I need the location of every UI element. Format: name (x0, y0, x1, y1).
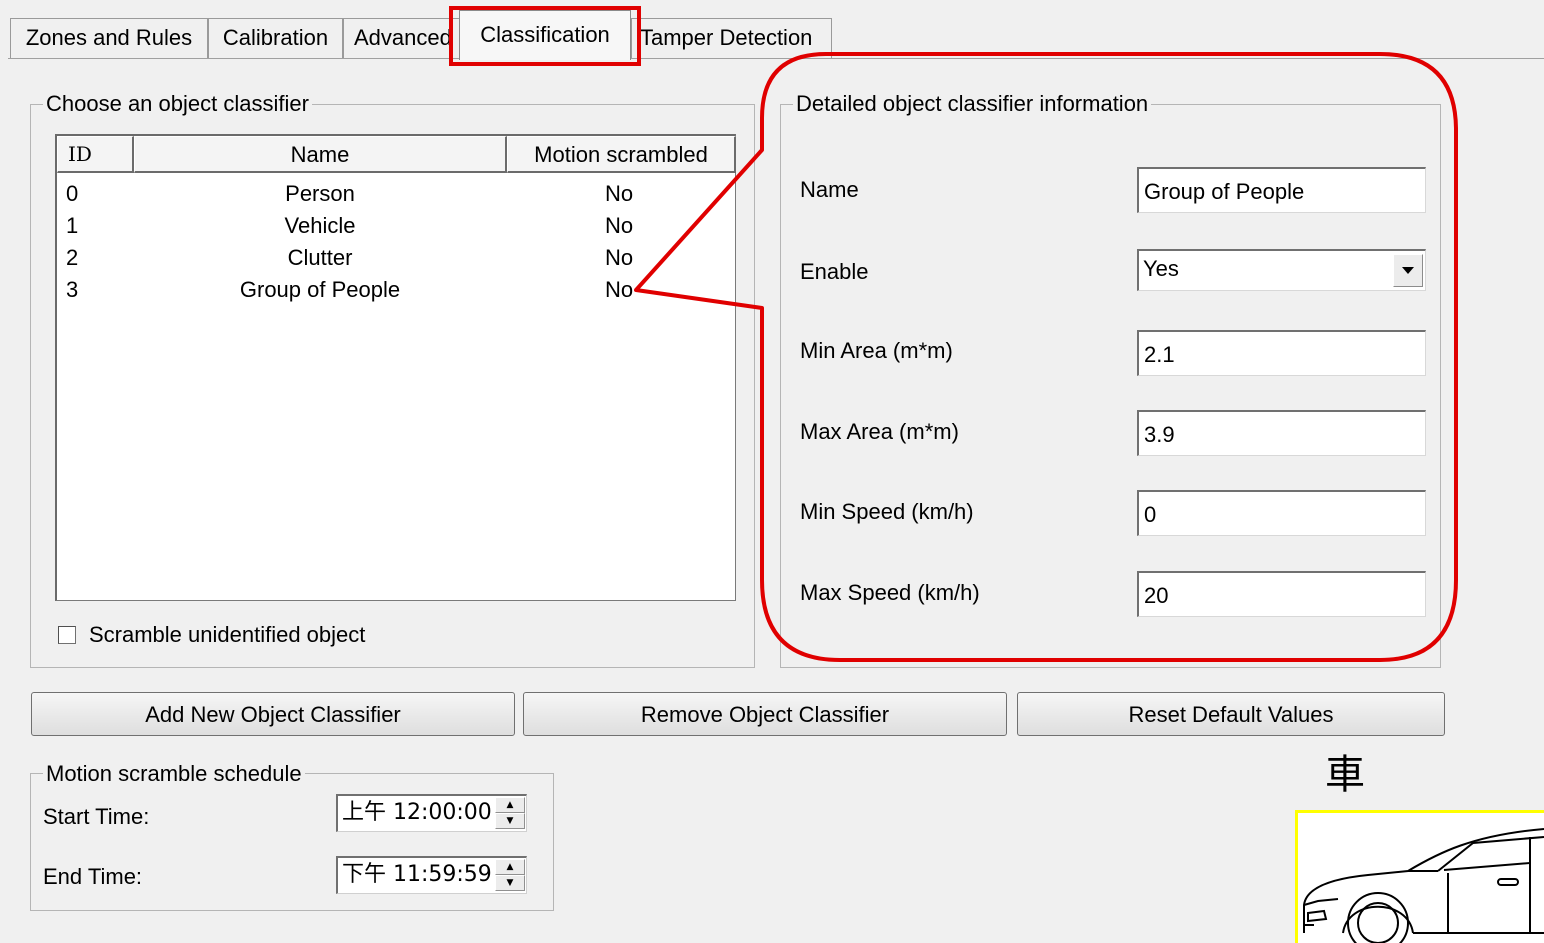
row-name: Clutter (287, 245, 353, 270)
start-time-label: Start Time: (43, 804, 150, 829)
min-speed-label: Min Speed (km/h) (800, 499, 974, 524)
row-id: 2 (66, 245, 79, 270)
row-motion: No (605, 213, 634, 238)
spin-down-icon[interactable]: ▼ (495, 875, 525, 891)
row-id: 3 (66, 277, 79, 302)
tab-label: Calibration (222, 25, 329, 50)
row-name: Person (285, 181, 355, 206)
spin-down-icon[interactable]: ▼ (495, 813, 525, 829)
min-speed-field[interactable] (1137, 490, 1426, 536)
tab-label: Advanced (354, 25, 452, 50)
row-motion: No (605, 245, 634, 270)
tab-zones-and-rules[interactable]: Zones and Rules (10, 18, 208, 58)
time-spinner[interactable]: ▲ ▼ (495, 859, 525, 891)
add-classifier-button[interactable]: Add New Object Classifier (31, 692, 515, 736)
name-label: Name (800, 177, 859, 202)
tab-label: Zones and Rules (25, 25, 193, 50)
enable-select[interactable]: Yes (1137, 249, 1426, 291)
column-header-name[interactable]: Name (134, 136, 507, 173)
tab-advanced[interactable]: Advanced (343, 18, 461, 58)
min-area-field[interactable] (1137, 330, 1426, 376)
row-name: Group of People (239, 277, 401, 302)
start-time-picker[interactable]: 上午 12:00:00 ▲ ▼ (336, 794, 527, 832)
scramble-unidentified-checkbox[interactable] (58, 626, 76, 644)
name-field[interactable] (1137, 167, 1426, 213)
tab-label: Classification (480, 22, 610, 47)
remove-classifier-button[interactable]: Remove Object Classifier (523, 692, 1007, 736)
spin-up-icon[interactable]: ▲ (495, 797, 525, 813)
min-area-label: Min Area (m*m) (800, 338, 953, 363)
schedule-group-legend: Motion scramble schedule (43, 761, 305, 787)
row-id: 1 (66, 213, 79, 238)
dropdown-button[interactable] (1393, 254, 1423, 287)
reset-defaults-button[interactable]: Reset Default Values (1017, 692, 1445, 736)
car-icon (1303, 828, 1544, 943)
scramble-unidentified-label[interactable]: Scramble unidentified object (89, 622, 365, 648)
tab-label: Tamper Detection (640, 25, 813, 50)
end-time-value: 下午 11:59:59 (342, 862, 492, 887)
tab-calibration[interactable]: Calibration (208, 18, 343, 58)
max-area-field[interactable] (1137, 410, 1426, 456)
max-area-label: Max Area (m*m) (800, 419, 959, 444)
tab-tamper-detection[interactable]: Tamper Detection (631, 18, 832, 58)
max-speed-label: Max Speed (km/h) (800, 580, 980, 605)
spin-up-icon[interactable]: ▲ (495, 859, 525, 875)
enable-select-value: Yes (1143, 256, 1179, 281)
details-group-legend: Detailed object classifier information (793, 91, 1152, 117)
end-time-label: End Time: (43, 864, 143, 889)
max-speed-field[interactable] (1137, 571, 1426, 617)
end-time-picker[interactable]: 下午 11:59:59 ▲ ▼ (336, 856, 527, 894)
time-spinner[interactable]: ▲ ▼ (495, 797, 525, 829)
column-header-motion-scrambled[interactable]: Motion scrambled (507, 136, 736, 173)
tab-classification[interactable]: Classification (459, 10, 631, 60)
tabstrip-baseline (8, 58, 1544, 59)
row-id: 0 (66, 181, 79, 206)
chevron-down-icon (1402, 266, 1414, 274)
classifier-group-legend: Choose an object classifier (43, 91, 312, 117)
vehicle-caption: 車 (1325, 752, 1365, 798)
enable-label: Enable (800, 259, 869, 284)
row-motion: No (605, 181, 634, 206)
vehicle-thumbnail (1295, 810, 1544, 943)
classifier-list[interactable]: ID Name Motion scrambled 0 Person No 1 V… (55, 134, 736, 601)
column-header-id[interactable]: ID (57, 136, 134, 173)
start-time-value: 上午 12:00:00 (342, 800, 492, 825)
row-name: Vehicle (284, 213, 356, 238)
row-motion: No (605, 277, 634, 302)
